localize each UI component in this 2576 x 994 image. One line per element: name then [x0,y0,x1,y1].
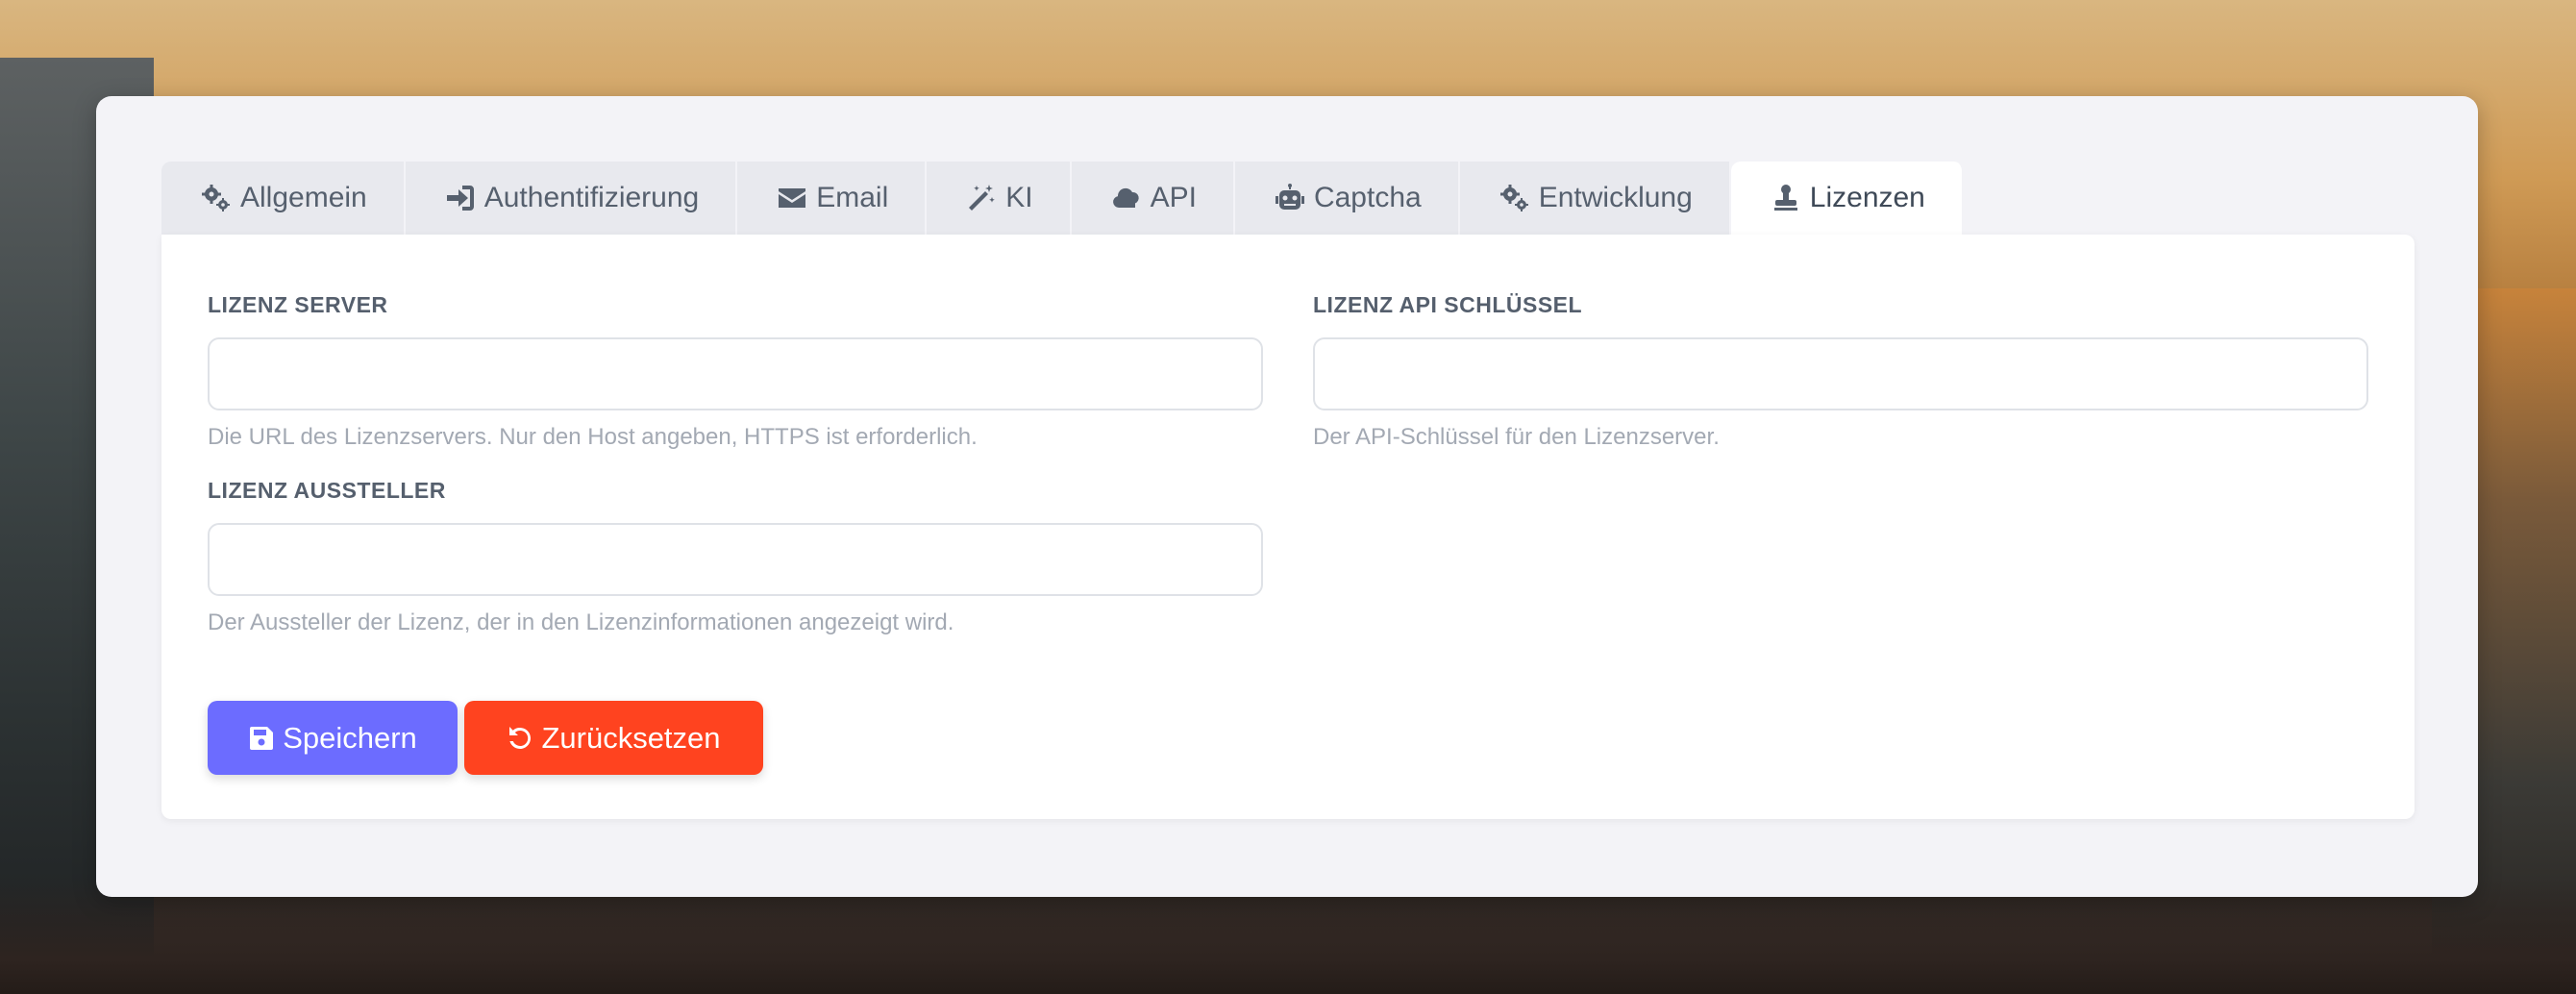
license-server-group: LIZENZ SERVER Die URL des Lizenzservers.… [208,292,1263,451]
license-api-key-input[interactable] [1313,337,2368,410]
license-issuer-input[interactable] [208,523,1263,596]
lizenzen-panel: LIZENZ SERVER Die URL des Lizenzservers.… [161,235,2415,819]
license-api-key-label: LIZENZ API SCHLÜSSEL [1313,292,1583,317]
save-button-label: Speichern [283,720,417,755]
tab-label: Allgemein [240,182,367,213]
tab-api[interactable]: API [1071,162,1235,235]
cloud-icon [1108,183,1145,213]
envelope-icon [774,183,810,213]
tab-ki[interactable]: KI [927,162,1072,235]
license-api-key-group: LIZENZ API SCHLÜSSEL Der API-Schlüssel f… [1313,292,2368,451]
tab-label: Entwicklung [1538,182,1693,213]
save-button[interactable]: Speichern [208,701,458,775]
tab-label: Lizenzen [1809,182,1925,213]
license-server-help: Die URL des Lizenzservers. Nur den Host … [208,424,978,450]
undo-icon [509,726,532,749]
reset-button[interactable]: Zurücksetzen [464,701,763,775]
tab-lizenzen[interactable]: Lizenzen [1730,162,1964,235]
settings-tabs: Allgemein Authentifizierung Email KI API [161,162,1964,235]
tab-entwicklung[interactable]: Entwicklung [1459,162,1731,235]
license-issuer-label: LIZENZ AUSSTELLER [208,478,446,503]
tab-label: API [1150,182,1197,213]
magic-wand-icon [963,183,1000,213]
tab-allgemein[interactable]: Allgemein [161,162,406,235]
robot-icon [1272,183,1308,213]
license-issuer-help: Der Aussteller der Lizenz, der in den Li… [208,609,954,635]
settings-card: Allgemein Authentifizierung Email KI API [96,96,2478,897]
license-issuer-group: LIZENZ AUSSTELLER Der Aussteller der Liz… [208,478,1263,636]
gears-icon [198,183,235,213]
tab-email[interactable]: Email [737,162,928,235]
license-api-key-help: Der API-Schlüssel für den Lizenzserver. [1313,424,1720,450]
tab-label: Email [816,182,889,213]
tab-authentifizierung[interactable]: Authentifizierung [405,162,738,235]
stamp-icon [1768,183,1804,213]
tab-label: KI [1005,182,1033,213]
sign-in-icon [442,183,479,213]
tab-label: Authentifizierung [483,182,700,213]
reset-button-label: Zurücksetzen [541,720,721,755]
license-server-input[interactable] [208,337,1263,410]
gears-icon [1497,183,1533,213]
tab-label: Captcha [1313,182,1422,213]
license-server-label: LIZENZ SERVER [208,292,388,317]
floppy-disk-icon [250,726,274,750]
tab-captcha[interactable]: Captcha [1234,162,1460,235]
